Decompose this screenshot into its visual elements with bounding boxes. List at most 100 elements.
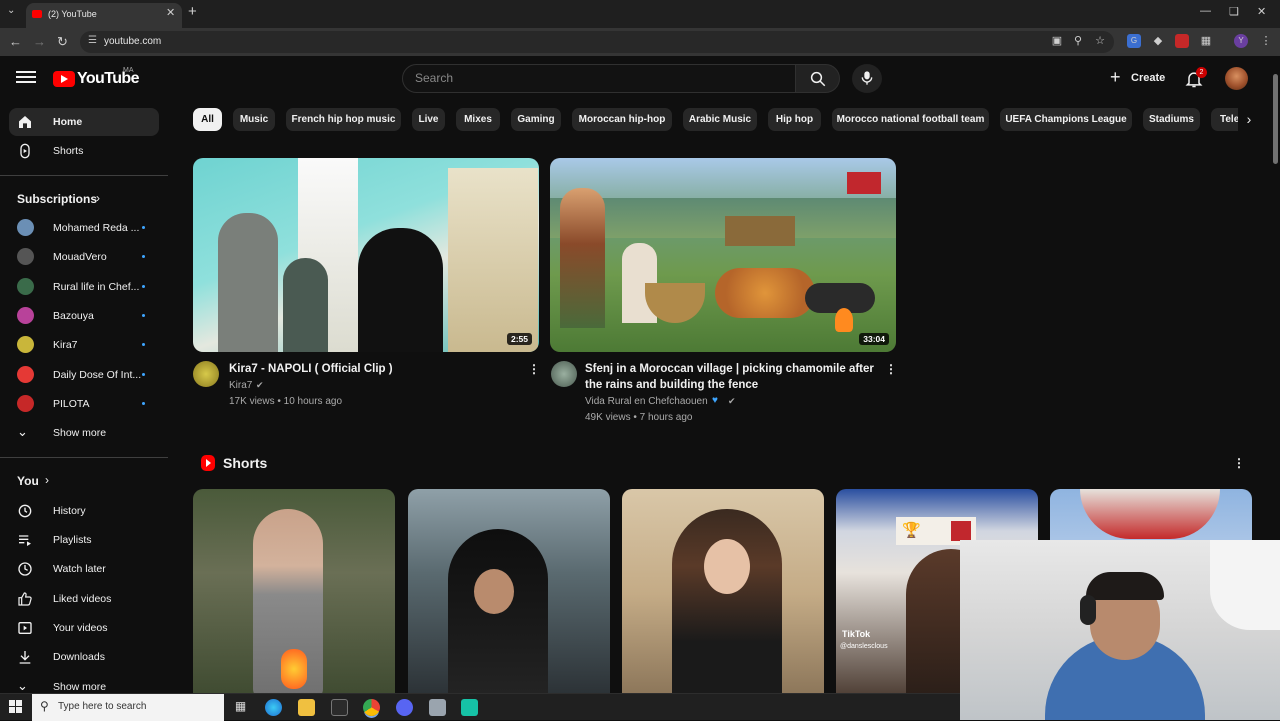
browser-tab[interactable]: (2) YouTube ✕ bbox=[26, 3, 182, 28]
channel-avatar[interactable] bbox=[193, 361, 219, 387]
browser-toolbar: ← → ↻ ☰ youtube.com bbox=[0, 28, 1280, 56]
sidebar-item-shorts[interactable]: Shorts bbox=[9, 137, 159, 165]
short-thumbnail[interactable] bbox=[408, 489, 610, 699]
thumbnail-person bbox=[672, 509, 782, 699]
chip-arabic-music[interactable]: Arabic Music bbox=[683, 108, 757, 131]
windows-start-icon[interactable] bbox=[9, 700, 23, 714]
chip-all[interactable]: All bbox=[193, 108, 222, 131]
trophy-icon: 🏆 bbox=[902, 522, 921, 539]
chip-champions-league[interactable]: UEFA Champions League bbox=[1000, 108, 1132, 131]
channel-name[interactable]: Vida Rural en Chefchaouen bbox=[585, 396, 708, 407]
sidebar-item-label: Shorts bbox=[53, 145, 84, 157]
channel-name[interactable]: Kira7 bbox=[229, 380, 252, 391]
channel-avatar[interactable] bbox=[551, 361, 577, 387]
search-button[interactable] bbox=[795, 64, 840, 93]
app-icon[interactable] bbox=[461, 699, 478, 716]
zoom-icon[interactable]: ⚲ bbox=[1071, 34, 1085, 48]
video-duration: 33:04 bbox=[859, 333, 889, 345]
chip-music[interactable]: Music bbox=[233, 108, 275, 131]
sidebar-subscription-3[interactable]: Bazouya bbox=[9, 302, 159, 330]
reload-icon[interactable]: ↻ bbox=[57, 34, 68, 50]
search-icon bbox=[810, 71, 826, 87]
site-info-icon[interactable]: ☰ bbox=[88, 35, 97, 46]
playlists-icon bbox=[19, 535, 31, 546]
taskbar-search-input[interactable] bbox=[58, 701, 218, 712]
sidebar-subscription-5[interactable]: Daily Dose Of Int... bbox=[9, 361, 159, 389]
scrollbar-thumb[interactable] bbox=[1273, 74, 1278, 164]
sidebar-item-playlists[interactable]: Playlists bbox=[9, 526, 159, 554]
sidebar-subscription-2[interactable]: Rural life in Chef... bbox=[9, 273, 159, 301]
new-tab-plus-icon[interactable]: + bbox=[188, 3, 197, 20]
video-title[interactable]: Sfenj in a Moroccan village | picking ch… bbox=[585, 361, 875, 393]
show-more-subscriptions[interactable]: ⌄ Show more bbox=[9, 419, 159, 447]
video-meta: 17K views • 10 hours ago bbox=[229, 396, 343, 407]
sidebar-subscription-4[interactable]: Kira7 bbox=[9, 331, 159, 359]
close-tab-icon[interactable]: ✕ bbox=[166, 6, 175, 19]
short-thumbnail[interactable] bbox=[193, 489, 395, 699]
discord-icon[interactable] bbox=[396, 699, 413, 716]
more-actions-icon[interactable]: ⋮ bbox=[885, 362, 897, 376]
chip-french-hip-hop[interactable]: French hip hop music bbox=[286, 108, 401, 131]
you-heading[interactable]: You bbox=[17, 474, 39, 488]
sidebar-item-home[interactable]: Home bbox=[9, 108, 159, 136]
create-button[interactable]: + Create bbox=[1104, 65, 1172, 92]
back-arrow-icon[interactable]: ← bbox=[9, 34, 22, 49]
account-avatar[interactable] bbox=[1225, 67, 1248, 90]
sidebar-item-downloads[interactable]: Downloads bbox=[9, 643, 159, 671]
chip-morocco-national-team[interactable]: Morocco national football team bbox=[832, 108, 989, 131]
chip-gaming[interactable]: Gaming bbox=[511, 108, 561, 131]
channel-avatar bbox=[17, 219, 34, 236]
minimize-icon[interactable]: — bbox=[1200, 5, 1211, 17]
extensions-puzzle-icon[interactable]: ▦ bbox=[1199, 34, 1213, 48]
chip-hip-hop[interactable]: Hip hop bbox=[768, 108, 821, 131]
hamburger-menu-icon[interactable] bbox=[16, 68, 36, 88]
voice-search-button[interactable] bbox=[852, 64, 882, 93]
task-view-icon[interactable]: ▦ bbox=[232, 699, 249, 716]
shorts-more-icon[interactable]: ⋮ bbox=[1233, 456, 1245, 470]
sidebar-subscription-6[interactable]: PILOTA bbox=[9, 390, 159, 418]
taskbar-search-box[interactable]: ⚲ bbox=[32, 694, 224, 721]
browser-menu-icon[interactable]: ⋮ bbox=[1259, 34, 1273, 48]
create-label: Create bbox=[1131, 72, 1166, 84]
sidebar-subscription-0[interactable]: Mohamed Reda ... bbox=[9, 214, 159, 242]
profile-icon[interactable]: Y bbox=[1234, 34, 1248, 48]
short-thumbnail[interactable] bbox=[622, 489, 824, 699]
thumbnail-face bbox=[474, 569, 514, 614]
chrome-browser-icon[interactable] bbox=[363, 699, 380, 716]
sidebar-item-your-videos[interactable]: Your videos bbox=[9, 614, 159, 642]
file-explorer-icon[interactable] bbox=[298, 699, 315, 716]
forward-arrow-icon[interactable]: → bbox=[33, 34, 46, 49]
chevron-right-icon[interactable]: › bbox=[1238, 108, 1260, 131]
install-app-icon[interactable]: ▣ bbox=[1050, 34, 1064, 48]
app-icon[interactable] bbox=[429, 699, 446, 716]
close-window-icon[interactable]: ✕ bbox=[1257, 5, 1266, 18]
subscriptions-heading[interactable]: Subscriptions bbox=[17, 192, 97, 206]
search-input[interactable] bbox=[415, 71, 775, 85]
chip-mixes[interactable]: Mixes bbox=[456, 108, 500, 131]
translate-extension-icon[interactable]: G bbox=[1127, 34, 1141, 48]
bookmark-star-icon[interactable]: ☆ bbox=[1093, 34, 1107, 48]
more-actions-icon[interactable]: ⋮ bbox=[528, 362, 540, 376]
chip-live[interactable]: Live bbox=[412, 108, 445, 131]
video-thumbnail[interactable]: 33:04 bbox=[550, 158, 896, 352]
channel-avatar bbox=[17, 248, 34, 265]
restore-icon[interactable]: ❑ bbox=[1229, 5, 1239, 18]
sidebar-subscription-1[interactable]: MouadVero bbox=[9, 243, 159, 271]
thumbnail-person bbox=[283, 258, 328, 352]
store-icon[interactable] bbox=[331, 699, 348, 716]
sidebar-item-history[interactable]: History bbox=[9, 497, 159, 525]
extension-diamond-icon[interactable]: ◆ bbox=[1151, 34, 1165, 48]
video-thumbnail[interactable]: 2:55 bbox=[193, 158, 539, 352]
tab-search-chevron-icon[interactable]: ⌄ bbox=[7, 5, 15, 16]
sidebar-item-liked-videos[interactable]: Liked videos bbox=[9, 585, 159, 613]
sidebar-item-watch-later[interactable]: Watch later bbox=[9, 555, 159, 583]
address-bar[interactable]: ☰ youtube.com bbox=[80, 31, 1114, 53]
extension-red-icon[interactable] bbox=[1175, 34, 1189, 48]
chip-stadiums[interactable]: Stadiums bbox=[1143, 108, 1200, 131]
edge-browser-icon[interactable] bbox=[265, 699, 282, 716]
thumbnail-person bbox=[358, 228, 443, 352]
thumbnail-sfenj bbox=[715, 268, 815, 318]
sidebar-item-label: History bbox=[53, 505, 86, 517]
chip-moroccan-hip-hop[interactable]: Moroccan hip-hop bbox=[572, 108, 672, 131]
video-title[interactable]: Kira7 - NAPOLI ( Official Clip ) bbox=[229, 361, 519, 377]
